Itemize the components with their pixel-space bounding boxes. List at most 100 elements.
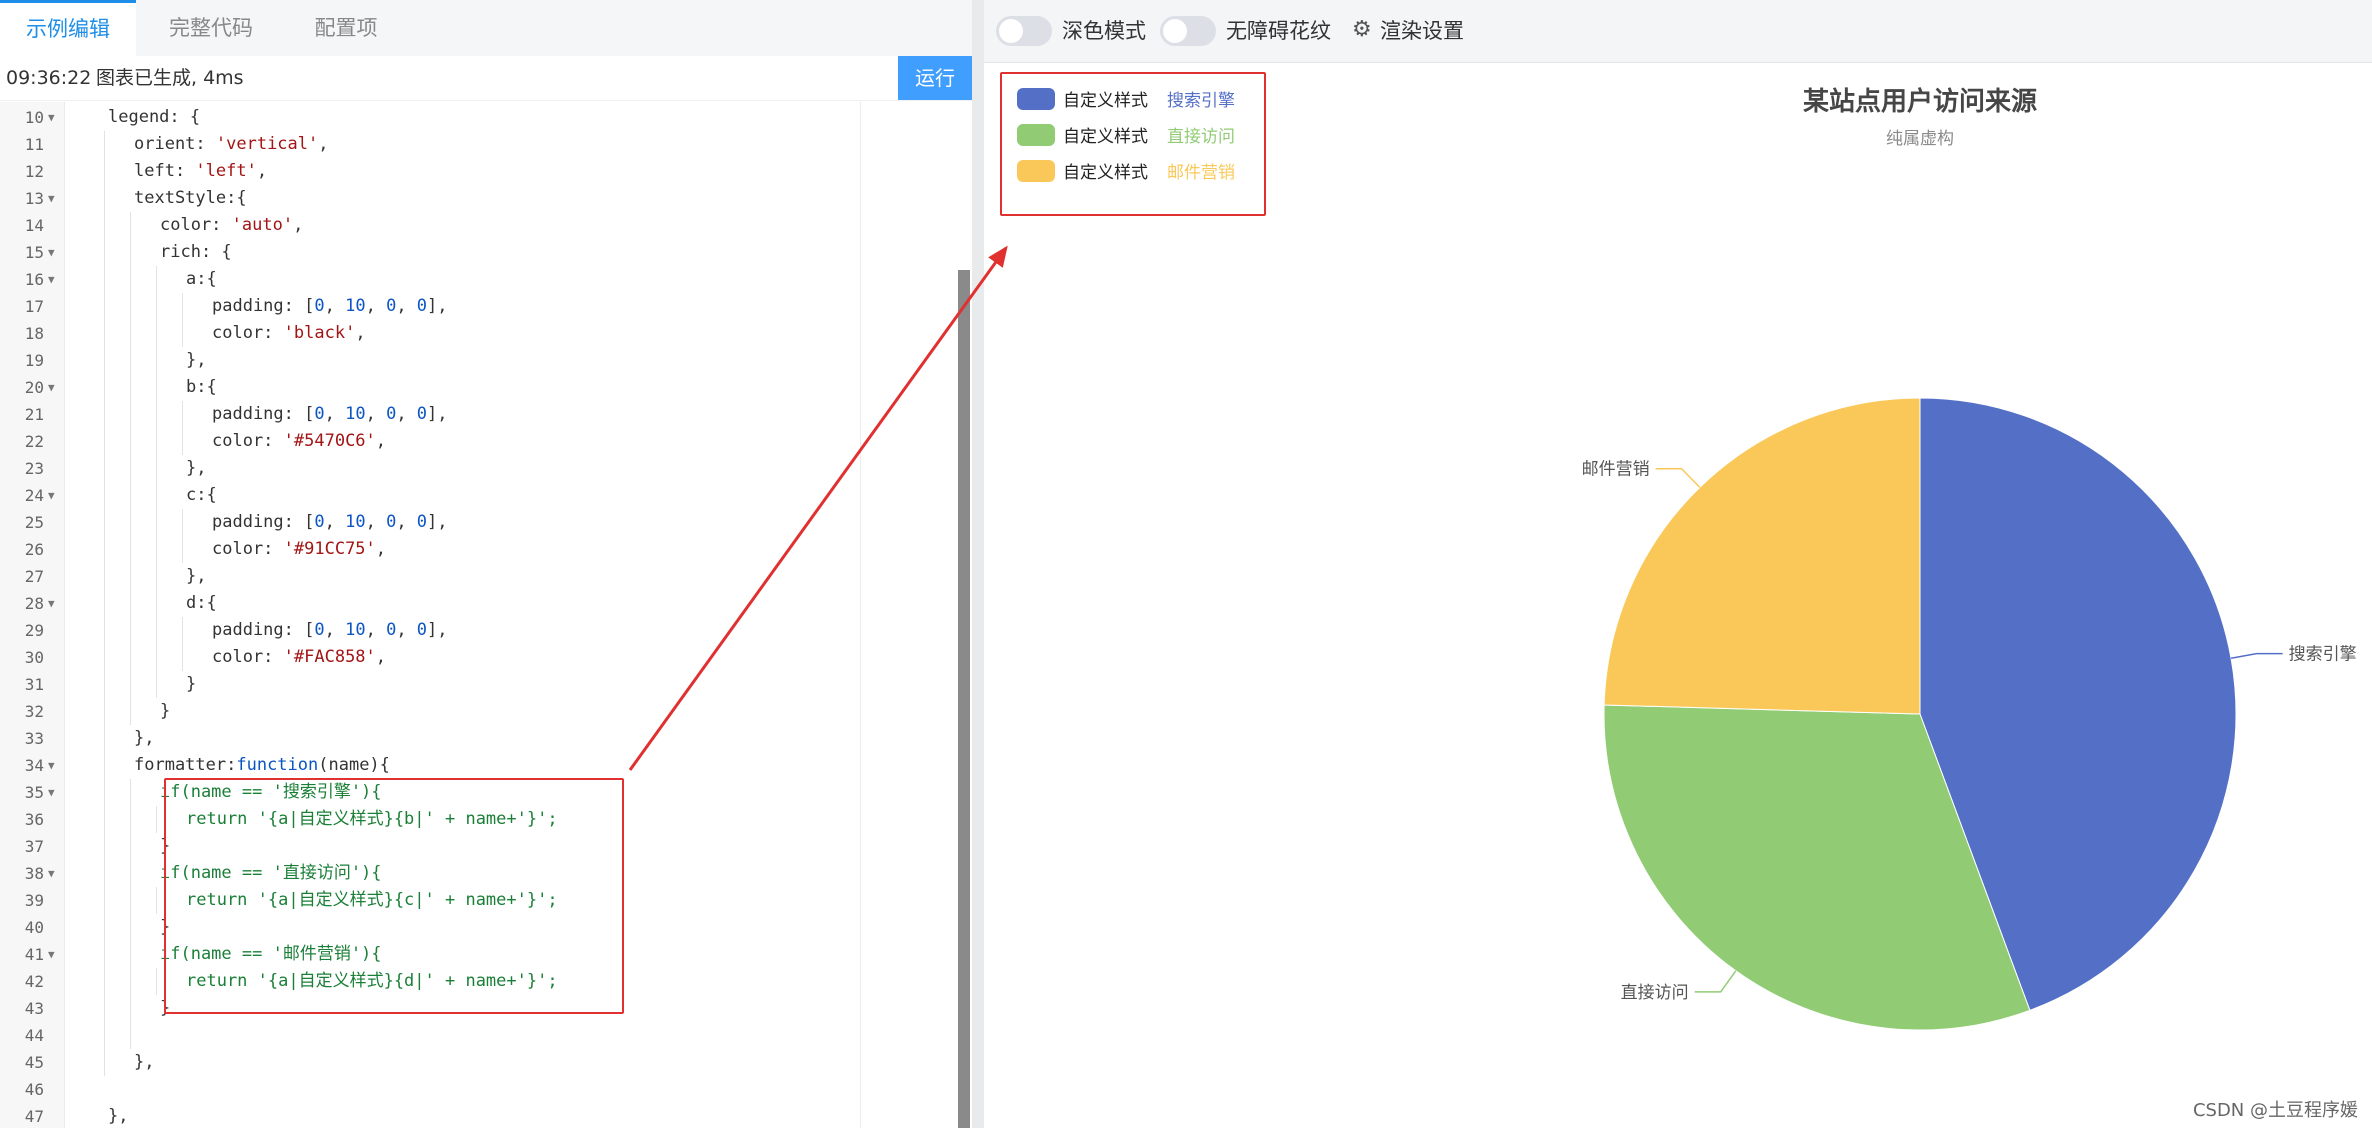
- indent-guide: [130, 833, 131, 860]
- indent-guide: [104, 293, 105, 320]
- code-line[interactable]: 25 padding: [0, 10, 0, 0],: [0, 509, 960, 536]
- watermark-footer: CSDN @土豆程序媛: [2192, 1100, 2358, 1121]
- render-settings-label[interactable]: 渲染设置: [1380, 0, 1464, 62]
- indent-guide: [130, 887, 131, 914]
- tab-full-code[interactable]: 完整代码: [136, 0, 286, 56]
- code-text: },: [186, 350, 207, 370]
- code-line[interactable]: 44: [0, 1022, 960, 1049]
- indent-guide: [156, 968, 157, 995]
- line-number: 21: [24, 405, 44, 424]
- editor-scrollbar[interactable]: [958, 270, 970, 1128]
- indent-guide: [156, 590, 157, 617]
- code-line[interactable]: 34 ▼ formatter:function(name){: [0, 752, 960, 779]
- line-number: 16: [24, 270, 44, 289]
- code-line[interactable]: 12 left: 'left',: [0, 158, 960, 185]
- code-line[interactable]: 10 ▼ legend: {: [0, 104, 960, 131]
- fold-toggle-icon[interactable]: ▼: [48, 104, 55, 131]
- code-line[interactable]: 45},: [0, 1049, 960, 1076]
- indent-guide: [104, 617, 105, 644]
- indent-guide: [130, 428, 131, 455]
- status-message: 图表已生成, 4ms: [96, 67, 244, 89]
- indent-guide: [130, 563, 131, 590]
- code-line[interactable]: 30 color: '#FAC858',: [0, 644, 960, 671]
- indent-guide: [156, 806, 157, 833]
- indent-guide: [130, 698, 131, 725]
- indent-guide: [130, 671, 131, 698]
- line-number: 44: [24, 1026, 44, 1045]
- code-text: },: [108, 1106, 129, 1126]
- code-line[interactable]: 29 padding: [0, 10, 0, 0],: [0, 617, 960, 644]
- code-text: },: [186, 458, 207, 478]
- indent-guide: [130, 455, 131, 482]
- indent-guide: [104, 185, 105, 212]
- code-line[interactable]: 47},: [0, 1103, 960, 1128]
- line-number: 43: [24, 999, 44, 1018]
- indent-guide: [130, 995, 131, 1022]
- fold-toggle-icon[interactable]: ▼: [48, 374, 55, 401]
- code-line[interactable]: 31}: [0, 671, 960, 698]
- tab-config[interactable]: 配置项: [286, 0, 406, 56]
- line-number: 27: [24, 567, 44, 586]
- code-line[interactable]: 14 color: 'auto',: [0, 212, 960, 239]
- tab-example-edit[interactable]: 示例编辑: [0, 0, 136, 56]
- dark-mode-toggle[interactable]: [996, 16, 1052, 46]
- indent-guide: [156, 509, 157, 536]
- indent-guide: [156, 320, 157, 347]
- code-text: }: [186, 674, 197, 694]
- fold-toggle-icon[interactable]: ▼: [48, 482, 55, 509]
- fold-toggle-icon[interactable]: ▼: [48, 185, 55, 212]
- code-line[interactable]: 27},: [0, 563, 960, 590]
- code-line[interactable]: 19},: [0, 347, 960, 374]
- line-number: 36: [24, 810, 44, 829]
- code-line[interactable]: 26 color: '#91CC75',: [0, 536, 960, 563]
- indent-guide: [130, 401, 131, 428]
- code-line[interactable]: 28 ▼ d:{: [0, 590, 960, 617]
- indent-guide: [156, 293, 157, 320]
- indent-guide: [104, 131, 105, 158]
- indent-guide: [156, 428, 157, 455]
- fold-toggle-icon[interactable]: ▼: [48, 860, 55, 887]
- indent-guide: [104, 968, 105, 995]
- aria-pattern-toggle[interactable]: [1160, 16, 1216, 46]
- fold-toggle-icon[interactable]: ▼: [48, 779, 55, 806]
- code-line[interactable]: 18 color: 'black',: [0, 320, 960, 347]
- code-line[interactable]: 13 ▼ textStyle:{: [0, 185, 960, 212]
- fold-toggle-icon[interactable]: ▼: [48, 941, 55, 968]
- code-line[interactable]: 32}: [0, 698, 960, 725]
- gear-icon[interactable]: ⚙: [1352, 18, 1376, 42]
- indent-guide: [104, 347, 105, 374]
- code-text: b:{: [186, 377, 217, 397]
- indent-guide: [130, 293, 131, 320]
- code-line[interactable]: 16 ▼ a:{: [0, 266, 960, 293]
- indent-guide: [104, 833, 105, 860]
- code-line[interactable]: 22 color: '#5470C6',: [0, 428, 960, 455]
- fold-toggle-icon[interactable]: ▼: [48, 239, 55, 266]
- line-number: 25: [24, 513, 44, 532]
- indent-guide: [156, 347, 157, 374]
- fold-toggle-icon[interactable]: ▼: [48, 752, 55, 779]
- code-line[interactable]: 20 ▼ b:{: [0, 374, 960, 401]
- code-line[interactable]: 15 ▼ rich: {: [0, 239, 960, 266]
- code-line[interactable]: 21 padding: [0, 10, 0, 0],: [0, 401, 960, 428]
- run-button[interactable]: 运行: [898, 56, 972, 100]
- code-text: },: [186, 566, 207, 586]
- line-number: 35: [24, 783, 44, 802]
- indent-guide: [104, 1049, 105, 1076]
- code-text: orient: 'vertical',: [134, 134, 329, 154]
- code-line[interactable]: 33},: [0, 725, 960, 752]
- preview-panel: 深色模式 无障碍花纹 ⚙ 渲染设置 CSDN @土豆程序媛: [984, 0, 2372, 1128]
- code-line[interactable]: 23},: [0, 455, 960, 482]
- code-text: color: 'auto',: [160, 215, 304, 235]
- code-line[interactable]: 11 orient: 'vertical',: [0, 131, 960, 158]
- fold-toggle-icon[interactable]: ▼: [48, 266, 55, 293]
- indent-guide: [104, 779, 105, 806]
- line-number: 11: [24, 135, 44, 154]
- code-text: formatter:function(name){: [134, 755, 390, 775]
- line-number: 26: [24, 540, 44, 559]
- code-line[interactable]: 46: [0, 1076, 960, 1103]
- code-line[interactable]: 17 padding: [0, 10, 0, 0],: [0, 293, 960, 320]
- panel-divider[interactable]: [972, 0, 984, 1128]
- code-text: color: 'black',: [212, 323, 366, 343]
- code-line[interactable]: 24 ▼ c:{: [0, 482, 960, 509]
- fold-toggle-icon[interactable]: ▼: [48, 590, 55, 617]
